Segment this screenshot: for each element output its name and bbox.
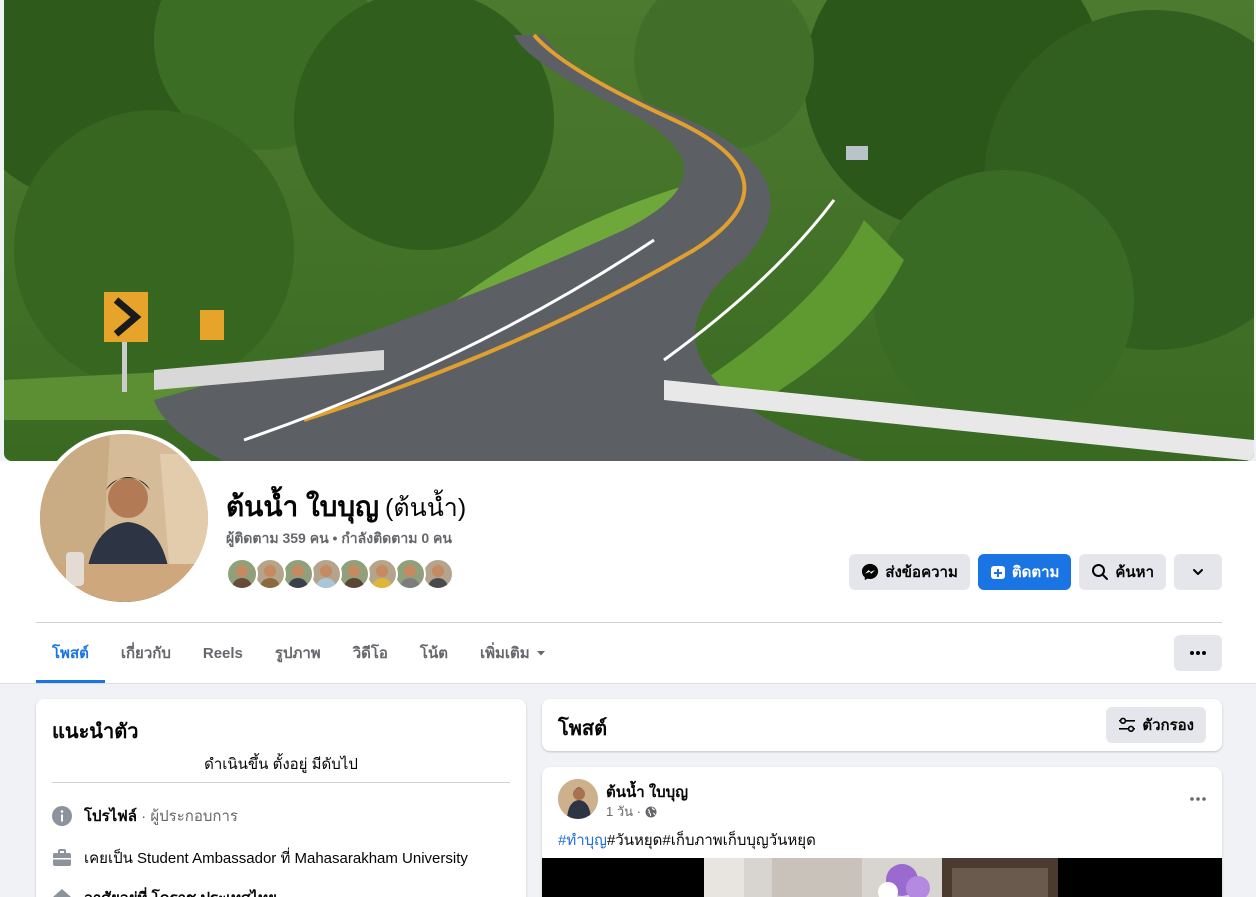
ellipsis-icon xyxy=(1190,651,1206,655)
profile-category: · ผู้ประกอบการ xyxy=(137,808,238,825)
post-card: ต้นน้ำ ใบบุญ 1 วัน · #ทำบุญ#วันหยุด#เก็บ… xyxy=(542,767,1222,897)
tab-photos[interactable]: รูปภาพ xyxy=(259,623,337,683)
follow-icon xyxy=(990,566,1005,579)
intro-title: แนะนำตัว xyxy=(52,721,139,743)
info-icon xyxy=(52,806,72,826)
cover-image xyxy=(4,0,1254,461)
profile-photo xyxy=(40,434,208,602)
filter-label: ตัวกรอง xyxy=(1142,717,1194,734)
post-media[interactable] xyxy=(542,858,1222,897)
ellipsis-icon xyxy=(1190,797,1206,801)
search-button[interactable]: ค้นหา xyxy=(1079,554,1166,590)
tab-notes[interactable]: โน้ต xyxy=(404,623,464,683)
intro-profile-row: โปรไฟล์ · ผู้ประกอบการ xyxy=(52,804,238,828)
more-actions-button[interactable] xyxy=(1174,554,1222,590)
intro-location-row: อาศัยอยู่ที่ โคราช ประเทศไทย xyxy=(52,886,277,897)
post-image xyxy=(542,858,1222,897)
friend-avatar[interactable] xyxy=(310,558,342,590)
tab-label: Reels xyxy=(202,644,243,662)
message-button[interactable]: ส่งข้อความ xyxy=(849,554,970,590)
caret-down-icon xyxy=(536,651,545,656)
globe-icon xyxy=(645,806,657,817)
post-author-avatar[interactable] xyxy=(558,779,598,819)
tab-reels[interactable]: Reels xyxy=(187,623,259,683)
tab-label: รูปภาพ xyxy=(274,645,321,662)
intro-bio: ดำเนินขึ้น ตั้งอยู่ มีดับไป xyxy=(204,756,358,773)
profile-actions: ส่งข้อความ ติดตาม ค้นหา xyxy=(849,554,1222,590)
home-icon xyxy=(52,888,72,897)
posts-title: โพสต์ xyxy=(558,718,608,740)
tab-label: เกี่ยวกับ xyxy=(120,645,171,662)
profile-tabs: โพสต์ เกี่ยวกับ Reels รูปภาพ วิดีโอ โน้ต… xyxy=(36,623,562,683)
tab-label: วิดีโอ xyxy=(352,645,388,662)
briefcase-icon xyxy=(52,848,72,868)
profile-alt-name: (ต้นน้ำ) xyxy=(385,494,467,522)
message-label: ส่งข้อความ xyxy=(885,564,958,581)
search-label: ค้นหา xyxy=(1115,564,1154,581)
chevron-down-icon xyxy=(1193,569,1203,575)
work-text: เคยเป็น Student Ambassador ที่ Mahasarak… xyxy=(84,850,468,867)
follower-stats[interactable]: ผู้ติดตาม 359 คน • กำลังติดตาม 0 คน xyxy=(226,528,452,550)
post-options-button[interactable] xyxy=(1190,785,1206,806)
tab-more[interactable]: เพิ่มเติม xyxy=(464,623,562,683)
tab-posts[interactable]: โพสต์ xyxy=(36,623,105,683)
tab-label: โพสต์ xyxy=(52,645,89,662)
sliders-icon xyxy=(1119,717,1136,732)
profile-name: ต้นน้ำ ใบบุญ (ต้นน้ำ) xyxy=(226,485,466,529)
post-meta: 1 วัน · xyxy=(606,801,657,822)
filter-button[interactable]: ตัวกรอง xyxy=(1106,707,1206,743)
follow-button[interactable]: ติดตาม xyxy=(977,554,1072,590)
profile-avatar[interactable] xyxy=(36,430,212,606)
friend-avatar[interactable] xyxy=(226,558,258,590)
tabs-more-options-button[interactable] xyxy=(1174,635,1222,671)
tab-videos[interactable]: วิดีโอ xyxy=(337,623,404,683)
intro-divider xyxy=(52,782,510,783)
search-icon xyxy=(1092,564,1109,580)
cover-photo[interactable] xyxy=(4,0,1254,461)
messenger-icon xyxy=(862,563,879,581)
tab-about[interactable]: เกี่ยวกับ xyxy=(105,623,187,683)
tab-label: โน้ต xyxy=(419,645,448,662)
profile-name-text: ต้นน้ำ ใบบุญ xyxy=(226,491,380,522)
follow-label: ติดตาม xyxy=(1011,564,1060,581)
friend-avatar[interactable] xyxy=(422,558,454,590)
friend-avatar[interactable] xyxy=(394,558,426,590)
friend-avatar[interactable] xyxy=(254,558,286,590)
intro-card: แนะนำตัว ดำเนินขึ้น ตั้งอยู่ มีดับไป โปร… xyxy=(36,699,526,897)
posts-header-card: โพสต์ ตัวกรอง xyxy=(542,699,1222,751)
friend-avatar[interactable] xyxy=(282,558,314,590)
friend-avatar[interactable] xyxy=(338,558,370,590)
location-text: อาศัยอยู่ที่ โคราช ประเทศไทย xyxy=(84,886,277,897)
friend-avatar[interactable] xyxy=(366,558,398,590)
hashtag-link[interactable]: #ทำบุญ xyxy=(558,832,607,849)
intro-work-row: เคยเป็น Student Ambassador ที่ Mahasarak… xyxy=(52,846,468,870)
friend-avatars xyxy=(226,558,454,590)
profile-label: โปรไฟล์ xyxy=(84,808,137,825)
tab-label: เพิ่มเติม xyxy=(479,645,530,662)
post-time[interactable]: 1 วัน · xyxy=(606,801,641,822)
post-text: #ทำบุญ#วันหยุด#เก็บภาพเก็บบุญวันหยุด xyxy=(558,828,816,852)
post-text-rest: #วันหยุด#เก็บภาพเก็บบุญวันหยุด xyxy=(606,832,816,849)
